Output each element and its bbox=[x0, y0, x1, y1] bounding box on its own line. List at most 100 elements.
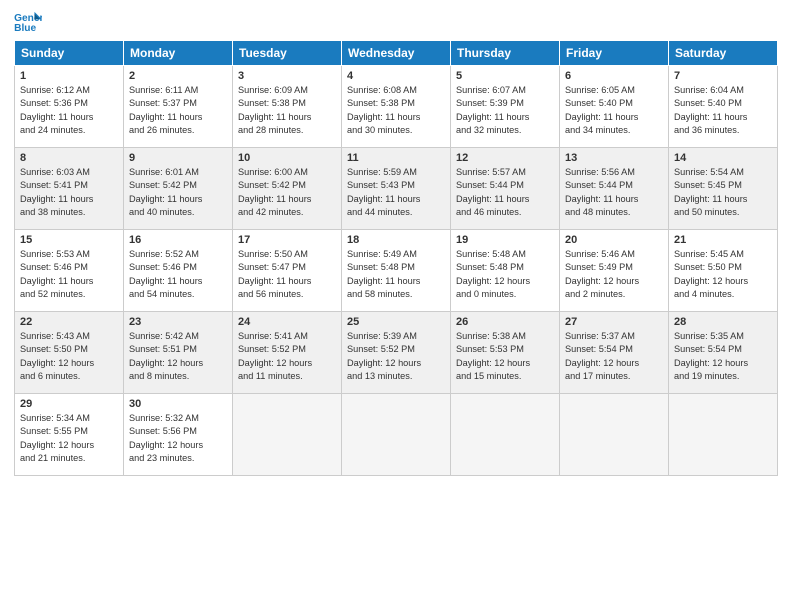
header-thursday: Thursday bbox=[451, 41, 560, 66]
day-number: 4 bbox=[347, 70, 445, 82]
cell-text: Sunrise: 5:52 AMSunset: 5:46 PMDaylight:… bbox=[129, 248, 227, 301]
day-number: 9 bbox=[129, 152, 227, 164]
calendar-cell: 16 Sunrise: 5:52 AMSunset: 5:46 PMDayligh… bbox=[124, 230, 233, 312]
cell-text: Sunrise: 6:01 AMSunset: 5:42 PMDaylight:… bbox=[129, 166, 227, 219]
cell-text: Sunrise: 5:45 AMSunset: 5:50 PMDaylight:… bbox=[674, 248, 772, 301]
cell-text: Sunrise: 6:00 AMSunset: 5:42 PMDaylight:… bbox=[238, 166, 336, 219]
day-number: 12 bbox=[456, 152, 554, 164]
cell-text: Sunrise: 5:48 AMSunset: 5:48 PMDaylight:… bbox=[456, 248, 554, 301]
day-number: 6 bbox=[565, 70, 663, 82]
calendar-cell: 14 Sunrise: 5:54 AMSunset: 5:45 PMDayligh… bbox=[669, 148, 778, 230]
cell-text: Sunrise: 6:03 AMSunset: 5:41 PMDaylight:… bbox=[20, 166, 118, 219]
calendar-cell: 8 Sunrise: 6:03 AMSunset: 5:41 PMDaylight… bbox=[15, 148, 124, 230]
day-number: 16 bbox=[129, 234, 227, 246]
cell-text: Sunrise: 5:57 AMSunset: 5:44 PMDaylight:… bbox=[456, 166, 554, 219]
day-number: 24 bbox=[238, 316, 336, 328]
cell-text: Sunrise: 5:49 AMSunset: 5:48 PMDaylight:… bbox=[347, 248, 445, 301]
cell-text: Sunrise: 5:37 AMSunset: 5:54 PMDaylight:… bbox=[565, 330, 663, 383]
calendar-week-row: 15 Sunrise: 5:53 AMSunset: 5:46 PMDayligh… bbox=[15, 230, 778, 312]
calendar-cell: 11Sunrise: 5:59 AMSunset: 5:43 PMDayligh… bbox=[342, 148, 451, 230]
cell-text: Sunrise: 5:46 AMSunset: 5:49 PMDaylight:… bbox=[565, 248, 663, 301]
calendar-cell: 7Sunrise: 6:04 AMSunset: 5:40 PMDaylight… bbox=[669, 66, 778, 148]
cell-text: Sunrise: 5:41 AMSunset: 5:52 PMDaylight:… bbox=[238, 330, 336, 383]
day-number: 2 bbox=[129, 70, 227, 82]
day-number: 20 bbox=[565, 234, 663, 246]
calendar-cell: 10Sunrise: 6:00 AMSunset: 5:42 PMDayligh… bbox=[233, 148, 342, 230]
calendar-cell: 5 Sunrise: 6:07 AMSunset: 5:39 PMDaylight… bbox=[451, 66, 560, 148]
header-saturday: Saturday bbox=[669, 41, 778, 66]
calendar-cell: 1 Sunrise: 6:12 AMSunset: 5:36 PMDaylight… bbox=[15, 66, 124, 148]
calendar-cell: 21 Sunrise: 5:45 AMSunset: 5:50 PMDayligh… bbox=[669, 230, 778, 312]
calendar-cell: 27 Sunrise: 5:37 AMSunset: 5:54 PMDayligh… bbox=[560, 312, 669, 394]
calendar-cell: 25 Sunrise: 5:39 AMSunset: 5:52 PMDayligh… bbox=[342, 312, 451, 394]
cell-text: Sunrise: 6:09 AMSunset: 5:38 PMDaylight:… bbox=[238, 84, 336, 137]
calendar-cell bbox=[451, 394, 560, 476]
cell-text: Sunrise: 5:50 AMSunset: 5:47 PMDaylight:… bbox=[238, 248, 336, 301]
calendar-header-row: SundayMondayTuesdayWednesdayThursdayFrid… bbox=[15, 41, 778, 66]
day-number: 30 bbox=[129, 398, 227, 410]
day-number: 11 bbox=[347, 152, 445, 164]
calendar-week-row: 22 Sunrise: 5:43 AMSunset: 5:50 PMDayligh… bbox=[15, 312, 778, 394]
day-number: 1 bbox=[20, 70, 118, 82]
svg-text:Blue: Blue bbox=[14, 23, 36, 34]
cell-text: Sunrise: 6:07 AMSunset: 5:39 PMDaylight:… bbox=[456, 84, 554, 137]
day-number: 14 bbox=[674, 152, 772, 164]
cell-text: Sunrise: 6:08 AMSunset: 5:38 PMDaylight:… bbox=[347, 84, 445, 137]
header-wednesday: Wednesday bbox=[342, 41, 451, 66]
calendar-cell bbox=[233, 394, 342, 476]
calendar-cell: 2 Sunrise: 6:11 AMSunset: 5:37 PMDaylight… bbox=[124, 66, 233, 148]
header-tuesday: Tuesday bbox=[233, 41, 342, 66]
day-number: 27 bbox=[565, 316, 663, 328]
day-number: 22 bbox=[20, 316, 118, 328]
calendar-cell: 4 Sunrise: 6:08 AMSunset: 5:38 PMDaylight… bbox=[342, 66, 451, 148]
cell-text: Sunrise: 6:04 AMSunset: 5:40 PMDaylight:… bbox=[674, 84, 772, 137]
day-number: 3 bbox=[238, 70, 336, 82]
calendar-cell: 9 Sunrise: 6:01 AMSunset: 5:42 PMDaylight… bbox=[124, 148, 233, 230]
calendar-cell: 15 Sunrise: 5:53 AMSunset: 5:46 PMDayligh… bbox=[15, 230, 124, 312]
header-friday: Friday bbox=[560, 41, 669, 66]
cell-text: Sunrise: 5:39 AMSunset: 5:52 PMDaylight:… bbox=[347, 330, 445, 383]
day-number: 23 bbox=[129, 316, 227, 328]
calendar-cell: 12 Sunrise: 5:57 AMSunset: 5:44 PMDayligh… bbox=[451, 148, 560, 230]
cell-text: Sunrise: 5:54 AMSunset: 5:45 PMDaylight:… bbox=[674, 166, 772, 219]
cell-text: Sunrise: 5:56 AMSunset: 5:44 PMDaylight:… bbox=[565, 166, 663, 219]
calendar-cell: 30 Sunrise: 5:32 AMSunset: 5:56 PMDayligh… bbox=[124, 394, 233, 476]
cell-text: Sunrise: 6:12 AMSunset: 5:36 PMDaylight:… bbox=[20, 84, 118, 137]
calendar-cell: 13 Sunrise: 5:56 AMSunset: 5:44 PMDayligh… bbox=[560, 148, 669, 230]
calendar-cell: 22 Sunrise: 5:43 AMSunset: 5:50 PMDayligh… bbox=[15, 312, 124, 394]
calendar-cell: 28 Sunrise: 5:35 AMSunset: 5:54 PMDayligh… bbox=[669, 312, 778, 394]
cell-text: Sunrise: 5:43 AMSunset: 5:50 PMDaylight:… bbox=[20, 330, 118, 383]
calendar-cell bbox=[342, 394, 451, 476]
calendar-cell: 23 Sunrise: 5:42 AMSunset: 5:51 PMDayligh… bbox=[124, 312, 233, 394]
cell-text: Sunrise: 5:42 AMSunset: 5:51 PMDaylight:… bbox=[129, 330, 227, 383]
day-number: 26 bbox=[456, 316, 554, 328]
day-number: 25 bbox=[347, 316, 445, 328]
logo: General Blue bbox=[14, 10, 46, 34]
cell-text: Sunrise: 5:35 AMSunset: 5:54 PMDaylight:… bbox=[674, 330, 772, 383]
calendar-cell: 19Sunrise: 5:48 AMSunset: 5:48 PMDayligh… bbox=[451, 230, 560, 312]
day-number: 28 bbox=[674, 316, 772, 328]
day-number: 15 bbox=[20, 234, 118, 246]
calendar-week-row: 8 Sunrise: 6:03 AMSunset: 5:41 PMDaylight… bbox=[15, 148, 778, 230]
calendar-body: 1 Sunrise: 6:12 AMSunset: 5:36 PMDaylight… bbox=[15, 66, 778, 476]
day-number: 13 bbox=[565, 152, 663, 164]
cell-text: Sunrise: 5:53 AMSunset: 5:46 PMDaylight:… bbox=[20, 248, 118, 301]
logo-icon: General Blue bbox=[14, 10, 42, 34]
calendar: SundayMondayTuesdayWednesdayThursdayFrid… bbox=[14, 40, 778, 476]
header-sunday: Sunday bbox=[15, 41, 124, 66]
day-number: 8 bbox=[20, 152, 118, 164]
cell-text: Sunrise: 5:32 AMSunset: 5:56 PMDaylight:… bbox=[129, 412, 227, 465]
header-monday: Monday bbox=[124, 41, 233, 66]
cell-text: Sunrise: 5:38 AMSunset: 5:53 PMDaylight:… bbox=[456, 330, 554, 383]
day-number: 5 bbox=[456, 70, 554, 82]
cell-text: Sunrise: 6:11 AMSunset: 5:37 PMDaylight:… bbox=[129, 84, 227, 137]
calendar-cell bbox=[669, 394, 778, 476]
day-number: 29 bbox=[20, 398, 118, 410]
calendar-cell: 18Sunrise: 5:49 AMSunset: 5:48 PMDayligh… bbox=[342, 230, 451, 312]
cell-text: Sunrise: 6:05 AMSunset: 5:40 PMDaylight:… bbox=[565, 84, 663, 137]
day-number: 17 bbox=[238, 234, 336, 246]
calendar-cell: 29Sunrise: 5:34 AMSunset: 5:55 PMDayligh… bbox=[15, 394, 124, 476]
calendar-cell: 26 Sunrise: 5:38 AMSunset: 5:53 PMDayligh… bbox=[451, 312, 560, 394]
day-number: 21 bbox=[674, 234, 772, 246]
calendar-cell: 3 Sunrise: 6:09 AMSunset: 5:38 PMDaylight… bbox=[233, 66, 342, 148]
